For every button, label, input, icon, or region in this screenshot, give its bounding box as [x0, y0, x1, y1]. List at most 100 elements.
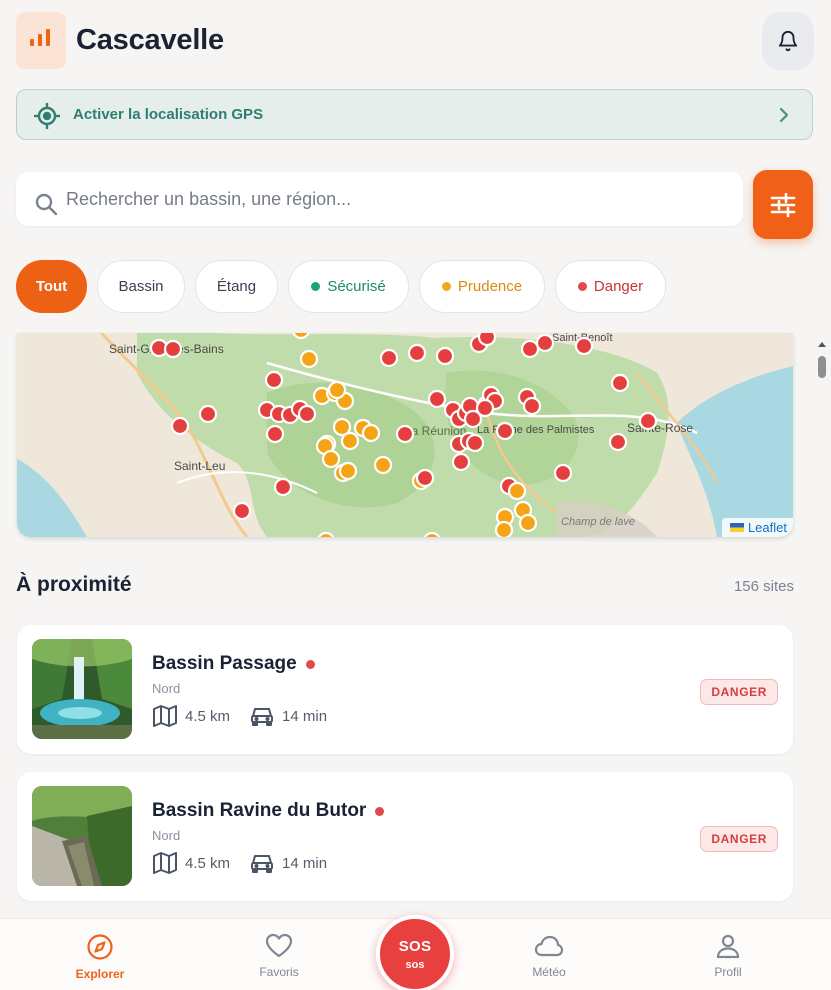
map-marker-danger[interactable] — [435, 346, 455, 366]
map-marker-prudence[interactable] — [373, 455, 393, 475]
status-dot-red — [577, 282, 587, 291]
filter-chip-all[interactable]: Tout — [16, 260, 87, 313]
map-marker-danger[interactable] — [163, 339, 183, 359]
map-icon — [153, 852, 177, 874]
map-marker-prudence[interactable] — [494, 520, 514, 537]
map-marker-prudence[interactable] — [507, 481, 527, 501]
status-dot-green — [311, 282, 321, 291]
map-marker-prudence[interactable] — [299, 349, 319, 369]
map-marker-danger[interactable] — [265, 424, 285, 444]
filter-settings-button[interactable] — [753, 170, 813, 239]
status-dot-red — [305, 659, 315, 669]
map-marker-danger[interactable] — [477, 333, 497, 347]
status-dot-red — [375, 806, 385, 816]
map-marker-danger[interactable] — [495, 421, 515, 441]
nav-explorer-label: Explorer — [75, 967, 125, 981]
map-marker-danger[interactable] — [535, 333, 555, 353]
map-marker-prudence[interactable] — [361, 423, 381, 443]
site-meta: 4.5 km 14 min — [153, 852, 347, 874]
sos-button[interactable]: SOS sos — [376, 915, 454, 990]
notifications-button[interactable] — [762, 12, 814, 70]
map-label: Saint-Leu — [174, 459, 225, 473]
nearby-count: 156 sites — [733, 578, 794, 595]
map-marker-danger[interactable] — [415, 468, 435, 488]
map-marker-danger[interactable] — [198, 404, 218, 424]
filter-chip-prudence[interactable]: Prudence — [419, 260, 545, 313]
map-attribution[interactable]: Leaflet — [721, 518, 793, 537]
filter-chip-label: Danger — [593, 278, 644, 295]
map-marker-danger[interactable] — [407, 343, 427, 363]
site-distance: 4.5 km — [185, 854, 231, 872]
map-marker-danger[interactable] — [465, 433, 485, 453]
status-badge: DANGER — [700, 679, 778, 705]
map-marker-danger[interactable] — [520, 339, 540, 359]
nav-meteo-label: Météo — [532, 965, 566, 979]
site-name-label: Bassin Passage — [152, 653, 297, 674]
map-marker-danger[interactable] — [638, 411, 658, 431]
map-marker-prudence[interactable] — [327, 380, 347, 400]
bottom-navigation: Explorer Favoris SOS sos Météo Profil — [0, 915, 831, 990]
filter-chip-label: Étang — [216, 278, 257, 295]
crosshair-icon — [34, 103, 60, 129]
map-marker-danger[interactable] — [475, 398, 495, 418]
site-region: Nord — [152, 681, 181, 696]
site-region: Nord — [152, 828, 181, 843]
site-card[interactable]: Bassin Ravine du Butor Nord 4.5 km 14 mi… — [17, 772, 793, 901]
filter-chip-securise[interactable]: Sécurisé — [288, 260, 409, 313]
map-marker-danger[interactable] — [232, 501, 252, 521]
map-marker-danger[interactable] — [610, 373, 630, 393]
search-input[interactable] — [66, 184, 726, 214]
map-marker-danger[interactable] — [574, 336, 594, 356]
cloud-icon — [534, 935, 564, 957]
site-thumbnail — [32, 786, 132, 886]
site-card[interactable]: Bassin Passage Nord 4.5 km 14 min DANGER — [17, 625, 793, 754]
map-marker-prudence[interactable] — [321, 449, 341, 469]
map-marker-prudence[interactable] — [332, 417, 352, 437]
map-canvas[interactable]: Saint-Gilles-les-Bains Saint-Leu La Réun… — [17, 333, 793, 537]
nearby-heading: À proximité — [16, 573, 132, 596]
nav-meteo[interactable]: Météo — [499, 933, 599, 979]
site-name-label: Bassin Ravine du Butor — [152, 800, 367, 821]
car-icon — [251, 708, 274, 726]
map-marker-prudence[interactable] — [338, 461, 358, 481]
map-marker-danger[interactable] — [273, 477, 293, 497]
filter-chip-label: Tout — [35, 278, 68, 295]
nav-explorer[interactable]: Explorer — [50, 933, 150, 981]
site-meta: 4.5 km 14 min — [153, 705, 347, 727]
map-marker-danger[interactable] — [608, 432, 628, 452]
filter-chip-etang[interactable]: Étang — [195, 260, 278, 313]
map-marker-danger[interactable] — [553, 463, 573, 483]
map-marker-danger[interactable] — [395, 424, 415, 444]
nav-favoris[interactable]: Favoris — [229, 933, 329, 979]
compass-icon — [87, 934, 113, 960]
map-view[interactable]: Saint-Gilles-les-Bains Saint-Leu La Réun… — [17, 333, 793, 537]
filter-chip-danger[interactable]: Danger — [555, 260, 666, 313]
map-marker-prudence[interactable] — [518, 513, 538, 533]
map-marker-danger[interactable] — [264, 370, 284, 390]
bell-icon — [778, 31, 798, 52]
map-marker-danger[interactable] — [297, 404, 317, 424]
map-marker-danger[interactable] — [170, 416, 190, 436]
filter-chip-bassin[interactable]: Bassin — [97, 260, 185, 313]
map-icon — [153, 705, 177, 727]
sliders-icon — [770, 192, 796, 217]
gps-banner-label: Activer la localisation GPS — [73, 106, 264, 123]
map-marker-danger[interactable] — [522, 396, 542, 416]
nav-profil[interactable]: Profil — [678, 933, 778, 979]
map-marker-danger[interactable] — [427, 389, 447, 409]
filter-chip-label: Prudence — [457, 278, 523, 295]
sos-label: SOS — [398, 937, 432, 955]
map-label: Champ de lave — [561, 516, 635, 528]
map-marker-danger[interactable] — [379, 348, 399, 368]
map-marker-danger[interactable] — [451, 452, 471, 472]
status-dot-orange — [441, 282, 451, 291]
car-icon — [251, 855, 274, 873]
nav-profil-label: Profil — [714, 965, 742, 979]
scrollbar[interactable] — [815, 337, 829, 385]
search-icon — [35, 193, 58, 216]
map-label: Sainte-Rose — [627, 421, 693, 435]
ukraine-flag-icon — [729, 523, 744, 532]
site-duration: 14 min — [282, 854, 328, 872]
filter-chip-label: Sécurisé — [327, 278, 386, 295]
gps-banner[interactable]: Activer la localisation GPS — [16, 89, 813, 140]
